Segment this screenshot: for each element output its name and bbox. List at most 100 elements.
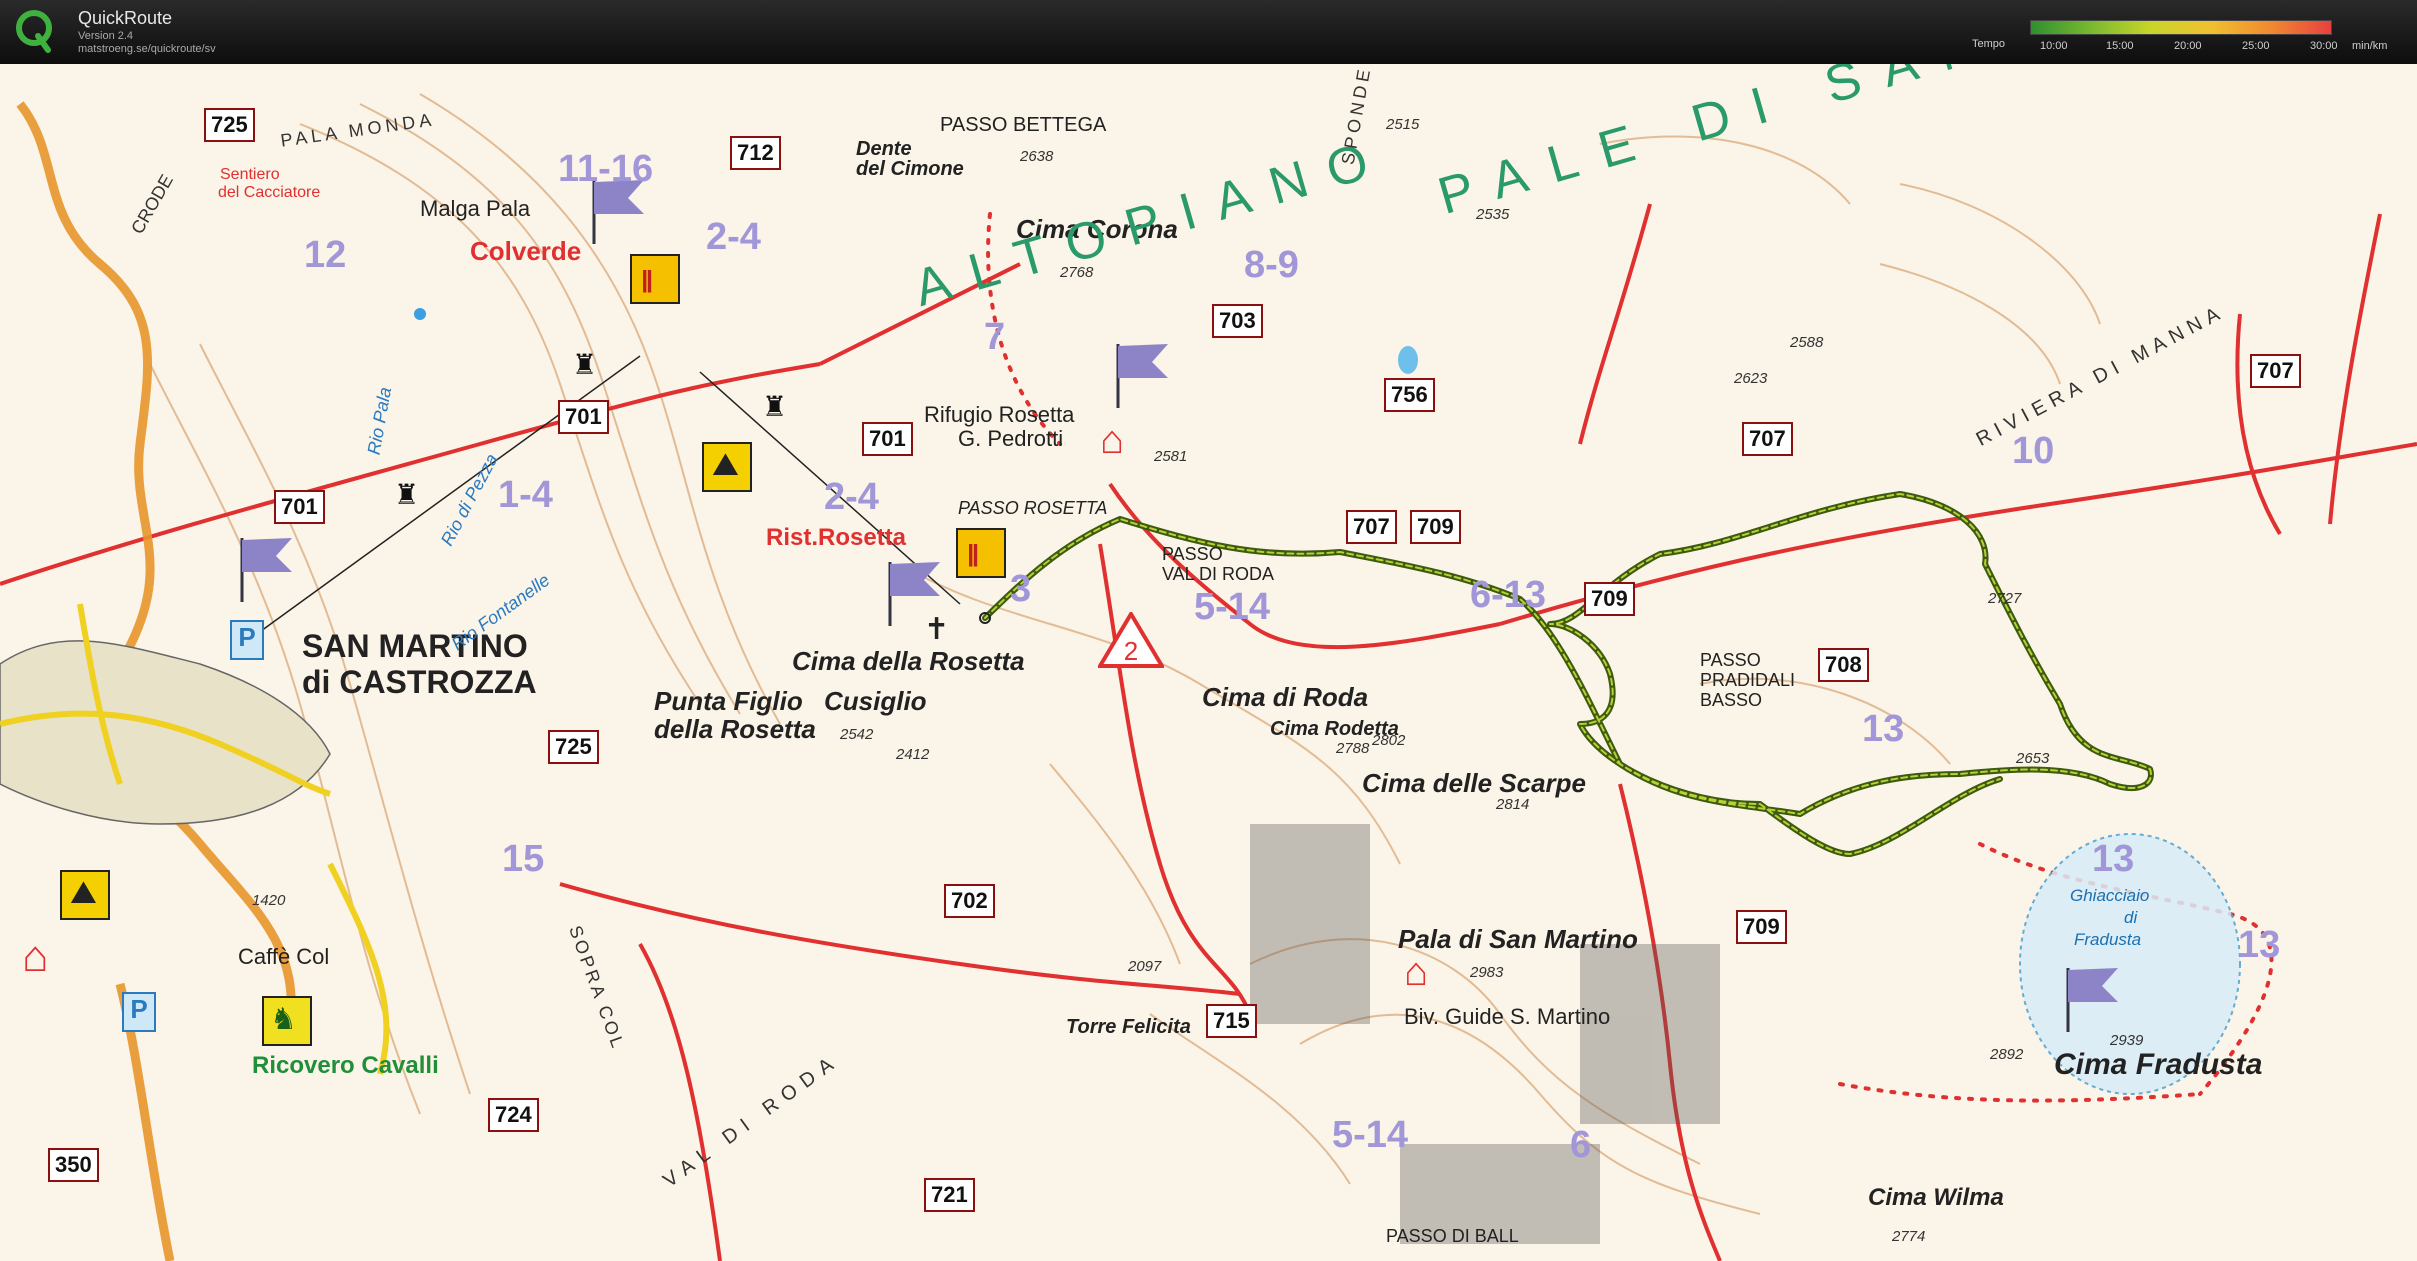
peak-label: Cima della Rosetta bbox=[792, 646, 1025, 676]
elevation-label: 2588 bbox=[1790, 334, 1824, 351]
trail-number: 350 bbox=[48, 1148, 99, 1182]
flag-icon bbox=[240, 538, 292, 602]
app-header: QuickRoute Version 2.4 matstroeng.se/qui… bbox=[0, 0, 2417, 64]
zone-label: 6-13 bbox=[1470, 574, 1547, 616]
trail-number: 707 bbox=[1346, 510, 1397, 544]
map-canvas[interactable]: 𝍪 𝍪 ⛰ ⛰ ♞ P P ♜ ♜ ♜ ⌂ ⌂ ⌂ ✝ 2 725 712 70… bbox=[0, 64, 2417, 1261]
gondola-icon: ♜ bbox=[572, 349, 598, 380]
pass-label: PASSO bbox=[1162, 544, 1223, 564]
elevation-label: 2581 bbox=[1154, 448, 1188, 465]
restaurant-icon: 𝍪 bbox=[630, 254, 680, 304]
elevation-label: 2515 bbox=[1386, 116, 1420, 133]
flag-icon bbox=[2066, 968, 2118, 1032]
parking-icon: P bbox=[230, 620, 264, 660]
horse-icon: ♞ bbox=[262, 996, 312, 1046]
elevation-label: 2097 bbox=[1128, 958, 1162, 975]
zone-label: 10 bbox=[2012, 430, 2055, 472]
pass-label: PRADIDALI bbox=[1700, 670, 1796, 690]
peak-label: della Rosetta bbox=[654, 714, 816, 744]
legend-color-bar bbox=[2030, 20, 2332, 35]
zone-label: 1-4 bbox=[498, 474, 553, 516]
peak-label: Torre Felicita bbox=[1066, 1016, 1191, 1038]
elevation-label: 2892 bbox=[1990, 1046, 2024, 1063]
trail-number: 756 bbox=[1384, 378, 1435, 412]
pace-legend: Tempo 10:00 15:00 20:00 25:00 30:00 min/… bbox=[1960, 14, 2416, 58]
legend-label: Tempo bbox=[1972, 38, 2006, 50]
town-label: di CASTROZZA bbox=[302, 664, 537, 700]
hut-icon: ⌂ bbox=[1100, 418, 1125, 462]
app-title: QuickRoute bbox=[78, 8, 173, 28]
elevation-label: 2623 bbox=[1734, 370, 1768, 387]
quickroute-logo bbox=[16, 10, 52, 53]
svg-text:2: 2 bbox=[1124, 636, 1138, 666]
zone-label: 13 bbox=[2092, 838, 2135, 880]
elevation-label: 1420 bbox=[252, 892, 286, 909]
trail-number: 702 bbox=[944, 884, 995, 918]
pass-label: VAL DI RODA bbox=[1162, 564, 1275, 584]
trail-number: 701 bbox=[862, 422, 913, 456]
place-label: PASSO BETTEGA bbox=[940, 114, 1107, 136]
peak-label: del Cimone bbox=[856, 158, 964, 180]
town-label: SAN MARTINO bbox=[302, 628, 528, 664]
trail-number: 701 bbox=[274, 490, 325, 524]
peak-label: Punta Figlio bbox=[654, 686, 803, 716]
zone-label: 2-4 bbox=[706, 216, 761, 258]
place-label: Malga Pala bbox=[420, 196, 531, 221]
trail-number: 725 bbox=[204, 108, 255, 142]
zone-label: 13 bbox=[1862, 708, 1905, 750]
hut-icon: ⌂ bbox=[22, 932, 49, 981]
zone-label: 7 bbox=[984, 316, 1006, 358]
place-label: del Cacciatore bbox=[218, 184, 321, 201]
zone-label: 6 bbox=[1570, 1124, 1592, 1166]
peak-label: Cima Fradusta bbox=[2054, 1048, 2263, 1081]
elevation-label: 2774 bbox=[1892, 1228, 1926, 1245]
glacier-label: di bbox=[2124, 908, 2138, 927]
peak-label: Pala di San Martino bbox=[1398, 924, 1638, 954]
hut-label: Rifugio Rosetta bbox=[924, 402, 1075, 427]
elevation-label: 2638 bbox=[1020, 148, 1054, 165]
zone-label: 13 bbox=[2238, 924, 2281, 966]
trail-number: 703 bbox=[1212, 304, 1263, 338]
hut-icon: ⌂ bbox=[1404, 950, 1429, 994]
peak-label: Cima di Roda bbox=[1202, 682, 1369, 712]
zone-label: 2-4 bbox=[824, 476, 879, 518]
flag-icon bbox=[1116, 344, 1168, 408]
zone-label: 5-14 bbox=[1194, 586, 1271, 628]
zone-label: 12 bbox=[304, 234, 347, 276]
app-url[interactable]: matstroeng.se/quickroute/sv bbox=[78, 43, 216, 55]
pass-label: PASSO bbox=[1700, 650, 1761, 670]
zone-label: 15 bbox=[502, 838, 545, 880]
trail-number: 715 bbox=[1206, 1004, 1257, 1038]
zone-label: 3 bbox=[1010, 568, 1032, 610]
app-version: Version 2.4 bbox=[78, 30, 134, 42]
pass-label: PASSO DI BALL bbox=[1386, 1226, 1519, 1246]
trail-number: 709 bbox=[1410, 510, 1461, 544]
peak-label: Cusiglio bbox=[824, 686, 927, 716]
place-label: Sentiero bbox=[220, 166, 280, 183]
hut-label: Biv. Guide S. Martino bbox=[1404, 1004, 1611, 1029]
glacier-label: Ghiacciaio bbox=[2070, 886, 2150, 905]
legend-tick: 30:00 bbox=[2310, 40, 2338, 52]
glacier-label: Fradusta bbox=[2074, 930, 2142, 949]
legend-tick: 25:00 bbox=[2242, 40, 2270, 52]
climbing-icon: ⛰ bbox=[60, 870, 110, 920]
place-label: Rist.Rosetta bbox=[766, 524, 907, 551]
legend-tick: 15:00 bbox=[2106, 40, 2134, 52]
legend-tick: 20:00 bbox=[2174, 40, 2202, 52]
elevation-label: 2983 bbox=[1470, 964, 1504, 981]
trail-number: 708 bbox=[1818, 648, 1869, 682]
legend-unit: min/km bbox=[2352, 40, 2388, 52]
place-label: Ricovero Cavalli bbox=[252, 1052, 439, 1079]
parking-icon: P bbox=[122, 992, 156, 1032]
gondola-icon: ♜ bbox=[762, 391, 788, 422]
trail-number: 701 bbox=[558, 400, 609, 434]
trail-number: 709 bbox=[1584, 582, 1635, 616]
warning-icon: 2 bbox=[1098, 612, 1164, 668]
trail-number: 712 bbox=[730, 136, 781, 170]
elevation-label: 2802 bbox=[1372, 732, 1406, 749]
trail-number: 707 bbox=[1742, 422, 1793, 456]
elevation-label: 2768 bbox=[1060, 264, 1094, 281]
zone-label: 5-14 bbox=[1332, 1114, 1409, 1156]
pass-label: PASSO ROSETTA bbox=[958, 498, 1108, 518]
pass-label: BASSO bbox=[1700, 690, 1763, 710]
